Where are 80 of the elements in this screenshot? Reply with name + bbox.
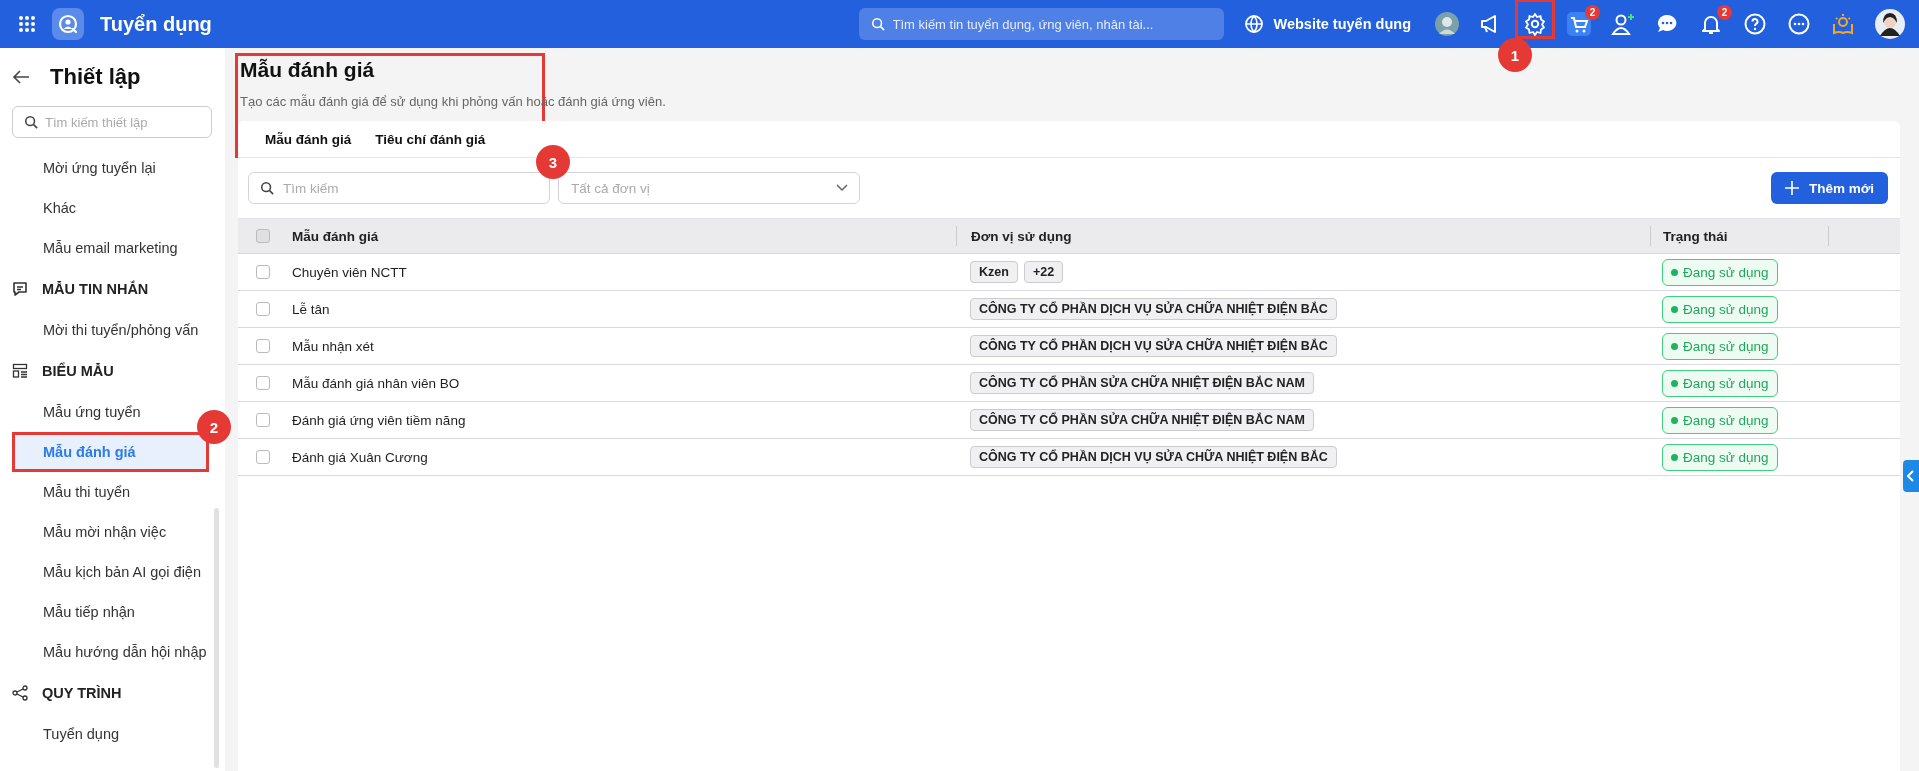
column-header: Mẫu đánh giá <box>292 228 379 244</box>
column-header: Trạng thái <box>1663 228 1728 244</box>
add-user-icon[interactable] <box>1611 12 1635 36</box>
annotation-number: 1 <box>1498 38 1532 72</box>
table-cell: Lễ tân <box>292 301 330 317</box>
message-icon <box>12 281 28 297</box>
row-checkbox[interactable] <box>256 265 270 279</box>
back-arrow-icon[interactable] <box>12 69 30 85</box>
sidebar-item[interactable]: Mẫu email marketing <box>43 240 178 256</box>
row-checkbox[interactable] <box>256 450 270 464</box>
unit-tag: CÔNG TY CỔ PHẦN DỊCH VỤ SỬA CHỮA NHIỆT ĐIỆN BẮC <box>970 446 1337 468</box>
unit-tag: +22 <box>1023 261 1064 283</box>
unit-tag: Kzen <box>970 261 1018 283</box>
tab[interactable]: Mẫu đánh giá <box>265 131 352 147</box>
sidebar-item[interactable]: Mẫu ứng tuyển <box>43 404 141 420</box>
collapse-panel-button[interactable] <box>1903 460 1919 492</box>
sidebar-item[interactable]: Mời thi tuyển/phỏng vấn <box>43 322 199 338</box>
sidebar-title: Thiết lập <box>50 64 141 90</box>
sidebar-section-heading: BIỂU MẪU <box>42 363 114 379</box>
sidebar-item[interactable]: Mẫu hướng dẫn hội nhập <box>43 644 207 660</box>
row-checkbox[interactable] <box>256 302 270 316</box>
sidebar-item[interactable]: Khác <box>43 200 77 216</box>
status-badge: Đang sử dụng <box>1662 295 1778 323</box>
global-search-field[interactable]: Tìm kiếm tin tuyển dụng, ứng viên, nhân tài... <box>858 8 1224 40</box>
table-cell: Đánh giá ứng viên tiềm năng <box>292 412 466 428</box>
chevron-left-icon <box>1907 470 1915 482</box>
sidebar-item[interactable]: Mời ứng tuyển lại <box>43 160 156 176</box>
unit-tag: CÔNG TY CỔ PHẦN DỊCH VỤ SỬA CHỮA NHIỆT ĐIỆN BẮC <box>970 298 1337 320</box>
row-checkbox[interactable] <box>256 376 270 390</box>
form-icon <box>12 363 28 379</box>
avatar-icon[interactable] <box>1875 9 1905 39</box>
sidebar-item[interactable]: Tuyển dụng <box>43 726 120 742</box>
table-cell: Đánh giá Xuân Cương <box>292 449 428 465</box>
sidebar-item[interactable]: Mẫu mời nhận việc <box>43 524 167 540</box>
unit-dropdown[interactable]: Tất cả đơn vị <box>558 172 860 204</box>
annotation-frame <box>1515 0 1555 39</box>
plus-icon <box>1784 181 1799 195</box>
page-title: Mẫu đánh giá <box>240 58 376 82</box>
robot-avatar-icon[interactable] <box>1435 12 1459 36</box>
status-badge: Đang sử dụng <box>1662 406 1778 434</box>
sidebar-item[interactable]: Mẫu kịch bản AI gọi điện <box>43 564 201 580</box>
cart-icon[interactable] <box>1567 12 1591 36</box>
table-cell: Chuyên viên NCTT <box>292 264 407 280</box>
lightbulb-book-icon[interactable] <box>1831 12 1855 36</box>
annotation-number: 2 <box>197 410 231 444</box>
caret-icon[interactable] <box>836 184 848 192</box>
status-badge: Đang sử dụng <box>1662 369 1778 397</box>
app-name: Tuyển dụng <box>100 12 212 36</box>
settings-icon[interactable] <box>1523 12 1547 36</box>
apps-grid-icon[interactable] <box>18 15 36 33</box>
add-new-button[interactable]: Thêm mới <box>1770 172 1888 204</box>
help-icon[interactable] <box>1743 12 1767 36</box>
search-field[interactable]: Tìm kiếm <box>248 172 550 204</box>
globe-icon[interactable] <box>1243 14 1264 34</box>
table-cell: Mẫu nhận xét <box>292 338 374 354</box>
more-icon[interactable] <box>1787 12 1811 36</box>
website-link[interactable]: Website tuyển dụng <box>1273 16 1411 32</box>
row-checkbox[interactable] <box>256 339 270 353</box>
sidebar-section-heading: MẪU TIN NHẮN <box>42 281 149 297</box>
status-badge: Đang sử dụng <box>1662 258 1778 286</box>
sidebar-section-heading: QUY TRÌNH <box>42 685 122 701</box>
select-all-checkbox[interactable] <box>256 229 270 243</box>
scrollbar[interactable] <box>214 508 219 768</box>
column-header: Đơn vị sử dụng <box>971 228 1072 244</box>
settings-search-field[interactable]: Tìm kiếm thiết lập <box>12 106 212 138</box>
table-cell: Mẫu đánh giá nhân viên BO <box>292 375 460 391</box>
status-badge: Đang sử dụng <box>1662 332 1778 360</box>
sidebar-item[interactable]: Mẫu tiếp nhận <box>43 604 135 620</box>
tab[interactable]: Tiêu chí đánh giá <box>375 131 486 147</box>
sidebar-item[interactable]: Mẫu đánh giá <box>12 432 209 472</box>
row-checkbox[interactable] <box>256 413 270 427</box>
notification-badge: 2 <box>1717 5 1732 20</box>
share-nodes-icon <box>12 685 28 701</box>
status-badge: Đang sử dụng <box>1662 443 1778 471</box>
notification-badge: 2 <box>1585 5 1600 20</box>
unit-tag: CÔNG TY CỔ PHẦN SỬA CHỮA NHIỆT ĐIỆN BẮC NAM <box>970 409 1314 431</box>
app-logo-icon <box>52 8 84 40</box>
sidebar-item[interactable]: Mẫu thi tuyển <box>43 484 131 500</box>
unit-tag: CÔNG TY CỔ PHẦN DỊCH VỤ SỬA CHỮA NHIỆT ĐIỆN BẮC <box>970 335 1337 357</box>
unit-tag: CÔNG TY CỔ PHẦN SỬA CHỮA NHIỆT ĐIỆN BẮC NAM <box>970 372 1314 394</box>
